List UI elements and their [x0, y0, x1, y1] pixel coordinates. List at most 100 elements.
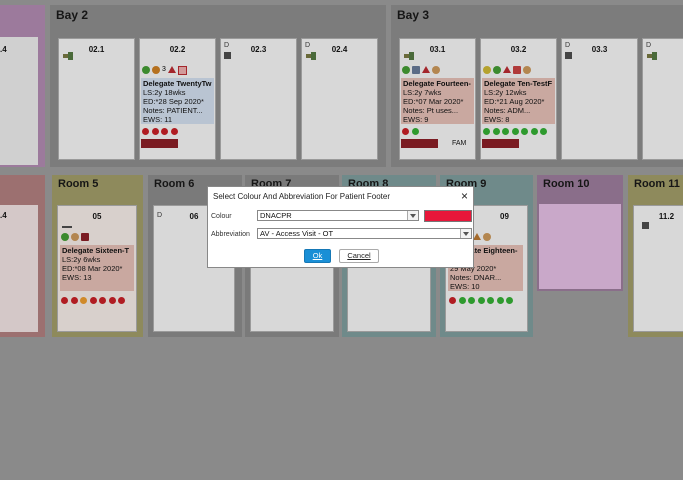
abbreviation-select-value: AV - Access Visit - OT: [260, 229, 334, 238]
bed-05[interactable]: 05 Delegate Sixteen-T LS:2y 6wks ED:*08 …: [57, 205, 137, 332]
bed-flag-d: D: [646, 42, 652, 49]
patient-card[interactable]: Delegate Fourteen- LS:2y 7wks ED:*07 Mar…: [401, 78, 474, 124]
bed-square-icon: [642, 222, 649, 229]
bed-02-2[interactable]: 02.2 3 Delegate TwentyTw LS:2y 18wks ED:…: [139, 38, 216, 160]
room-10-area[interactable]: [539, 204, 621, 289]
ews-dots: [142, 128, 180, 136]
patient-card[interactable]: Delegate Ten-TestF LS:2y 12wks ED:*21 Au…: [482, 78, 555, 124]
patient-icons: [483, 66, 533, 76]
bed-02-1[interactable]: 02.1: [58, 38, 135, 160]
patient-notes: Notes: Pt uses...: [403, 106, 459, 115]
ews-score: EWS: 8: [484, 115, 510, 124]
bay-2-panel: Bay 2 02.1 02.2 3 Delegate TwentyTw LS:2…: [50, 5, 386, 167]
room-title: Room 5: [58, 178, 99, 190]
bed-square-icon: [565, 52, 572, 59]
person-icon: [523, 66, 531, 74]
warning-triangle-icon: [422, 66, 430, 73]
bed-number: 03.2: [510, 45, 527, 54]
length-of-stay: LS:2y 12wks: [484, 88, 527, 97]
bed-number: 02.2: [169, 45, 186, 54]
expected-discharge: ED:*28 Sep 2020*: [143, 97, 204, 106]
bed-number: 09: [500, 212, 509, 221]
patient-name: Delegate Sixteen-T: [62, 246, 130, 255]
expected-discharge: ED:*07 Mar 2020*: [403, 97, 464, 106]
expected-discharge: ED:*08 Mar 2020*: [62, 264, 123, 273]
patient-footer-bar[interactable]: [482, 139, 519, 148]
person-icon: [483, 233, 491, 241]
status-icon-green: [493, 66, 501, 74]
cancel-button-label: Cancel: [347, 251, 371, 260]
ok-button-label: Ok: [312, 251, 323, 260]
bed-number: 11.2: [658, 212, 675, 221]
bed-02-3[interactable]: D 02.3: [220, 38, 297, 160]
ews-score: EWS: 13: [62, 273, 92, 282]
ews-dots: [483, 128, 550, 136]
flag-icon: [81, 233, 89, 241]
abbreviation-select[interactable]: AV - Access Visit - OT: [257, 228, 472, 239]
cancel-button[interactable]: Cancel: [339, 249, 379, 263]
length-of-stay: LS:2y 7wks: [403, 88, 442, 97]
patient-icons: [61, 233, 91, 243]
bed-square-icon: [224, 52, 231, 59]
bed-03-3[interactable]: D 03.3: [561, 38, 638, 160]
patient-footer-bar[interactable]: [401, 139, 438, 148]
room-title: Room 6: [154, 178, 195, 190]
bay-2-title: Bay 2: [56, 8, 89, 22]
bed-number: 03.3: [591, 45, 608, 54]
close-icon[interactable]: ×: [461, 189, 468, 203]
left-partial-room-top: .4: [0, 5, 45, 167]
patient-name: Delegate Fourteen-: [403, 79, 471, 88]
warning-triangle-icon: [503, 66, 511, 73]
exit-icon: [647, 52, 657, 60]
patient-icons: [473, 233, 493, 243]
ews-dots: [402, 128, 421, 136]
bed-number: 02.3: [250, 45, 267, 54]
status-icon-green: [402, 66, 410, 74]
bay-3-panel: Bay 3 03.1 Delegate Fourteen- LS:2y 7wks…: [391, 5, 683, 167]
room-title: Room 10: [543, 178, 590, 190]
bed-number: 03.1: [429, 45, 446, 54]
person-icon: [71, 233, 79, 241]
ok-button[interactable]: Ok: [304, 249, 331, 263]
patient-footer-bar[interactable]: [141, 139, 178, 148]
left-partial-label: .4: [0, 45, 7, 54]
patient-icons: [402, 66, 442, 76]
status-icon-yellow: [483, 66, 491, 74]
bed-02-4[interactable]: D 02.4: [301, 38, 378, 160]
length-of-stay: LS:2y 6wks: [62, 255, 101, 264]
exit-icon: [306, 52, 316, 60]
bed-03-2[interactable]: 03.2 Delegate Ten-TestF LS:2y 12wks ED:*…: [480, 38, 557, 160]
colour-select[interactable]: DNACPR: [257, 210, 419, 221]
length-of-stay: LS:2y 18wks: [143, 88, 186, 97]
colour-select-value: DNACPR: [260, 211, 292, 220]
ews-score: EWS: 10: [450, 282, 480, 291]
room-11-panel: Room 11 11.2: [628, 175, 683, 337]
room-5-panel: Room 5 05 Delegate Sixteen-T LS:2y 6wks …: [52, 175, 143, 337]
patient-notes: Notes: DNAR...: [450, 273, 502, 282]
bed-03-1[interactable]: 03.1 Delegate Fourteen- LS:2y 7wks ED:*0…: [399, 38, 476, 160]
cross-icon: [513, 66, 521, 74]
patient-footer-text: FAM: [452, 140, 467, 147]
chevron-down-icon[interactable]: [460, 229, 471, 238]
patient-card[interactable]: Delegate Sixteen-T LS:2y 6wks ED:*08 Mar…: [60, 245, 134, 291]
bed-11-2[interactable]: 11.2: [633, 205, 683, 332]
warning-triangle-icon: [167, 66, 176, 73]
patient-icons: 3: [142, 66, 187, 76]
chevron-down-icon[interactable]: [407, 211, 418, 220]
ews-score: EWS: 11: [143, 115, 173, 124]
patient-name: Delegate Ten-TestF: [484, 79, 553, 88]
patient-notes: Notes: ADM...: [484, 106, 531, 115]
room-10-panel: Room 10: [537, 175, 623, 291]
grid-icon: [177, 66, 187, 75]
abbreviation-label: Abbreviation: [211, 231, 250, 238]
bed-03-4[interactable]: D: [642, 38, 683, 160]
warning-triangle-icon: [473, 233, 481, 240]
room-title: Room 11: [634, 178, 680, 190]
scales-icon: [62, 219, 72, 228]
status-icon-green: [61, 233, 69, 241]
ews-dots: [61, 297, 128, 305]
colour-swatch[interactable]: [424, 210, 472, 222]
patient-notes: Notes: PATIENT...: [143, 106, 203, 115]
patient-card[interactable]: Delegate TwentyTw LS:2y 18wks ED:*28 Sep…: [141, 78, 214, 124]
alert-count: 3: [162, 66, 166, 73]
